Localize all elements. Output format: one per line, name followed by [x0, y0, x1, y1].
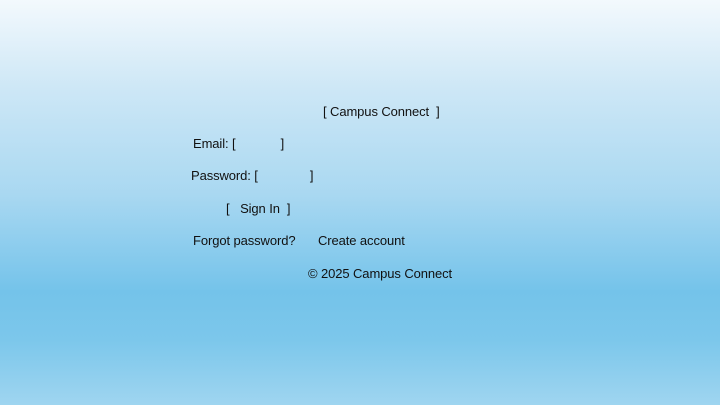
sign-in-button[interactable]: [ Sign In ]: [226, 201, 290, 217]
right-bracket: ]: [429, 104, 440, 119]
create-account-link[interactable]: Create account: [318, 233, 405, 249]
sign-in-right-bracket: ]: [279, 201, 291, 216]
password-field[interactable]: []: [251, 168, 313, 183]
page-title: Campus Connect: [330, 104, 430, 119]
left-bracket: [: [323, 104, 331, 119]
password-label: Password:: [191, 168, 251, 183]
email-row: Email: []: [193, 136, 284, 152]
sign-in-label: Sign In: [240, 201, 280, 216]
password-row: Password: []: [191, 168, 313, 184]
page-title-line: [ Campus Connect ]: [323, 104, 440, 120]
copyright-footer: © 2025 Campus Connect: [308, 266, 453, 281]
sign-in-left-bracket: [: [226, 201, 241, 216]
email-label: Email:: [193, 136, 229, 151]
forgot-password-link[interactable]: Forgot password?: [193, 233, 296, 249]
email-field[interactable]: []: [229, 136, 284, 151]
